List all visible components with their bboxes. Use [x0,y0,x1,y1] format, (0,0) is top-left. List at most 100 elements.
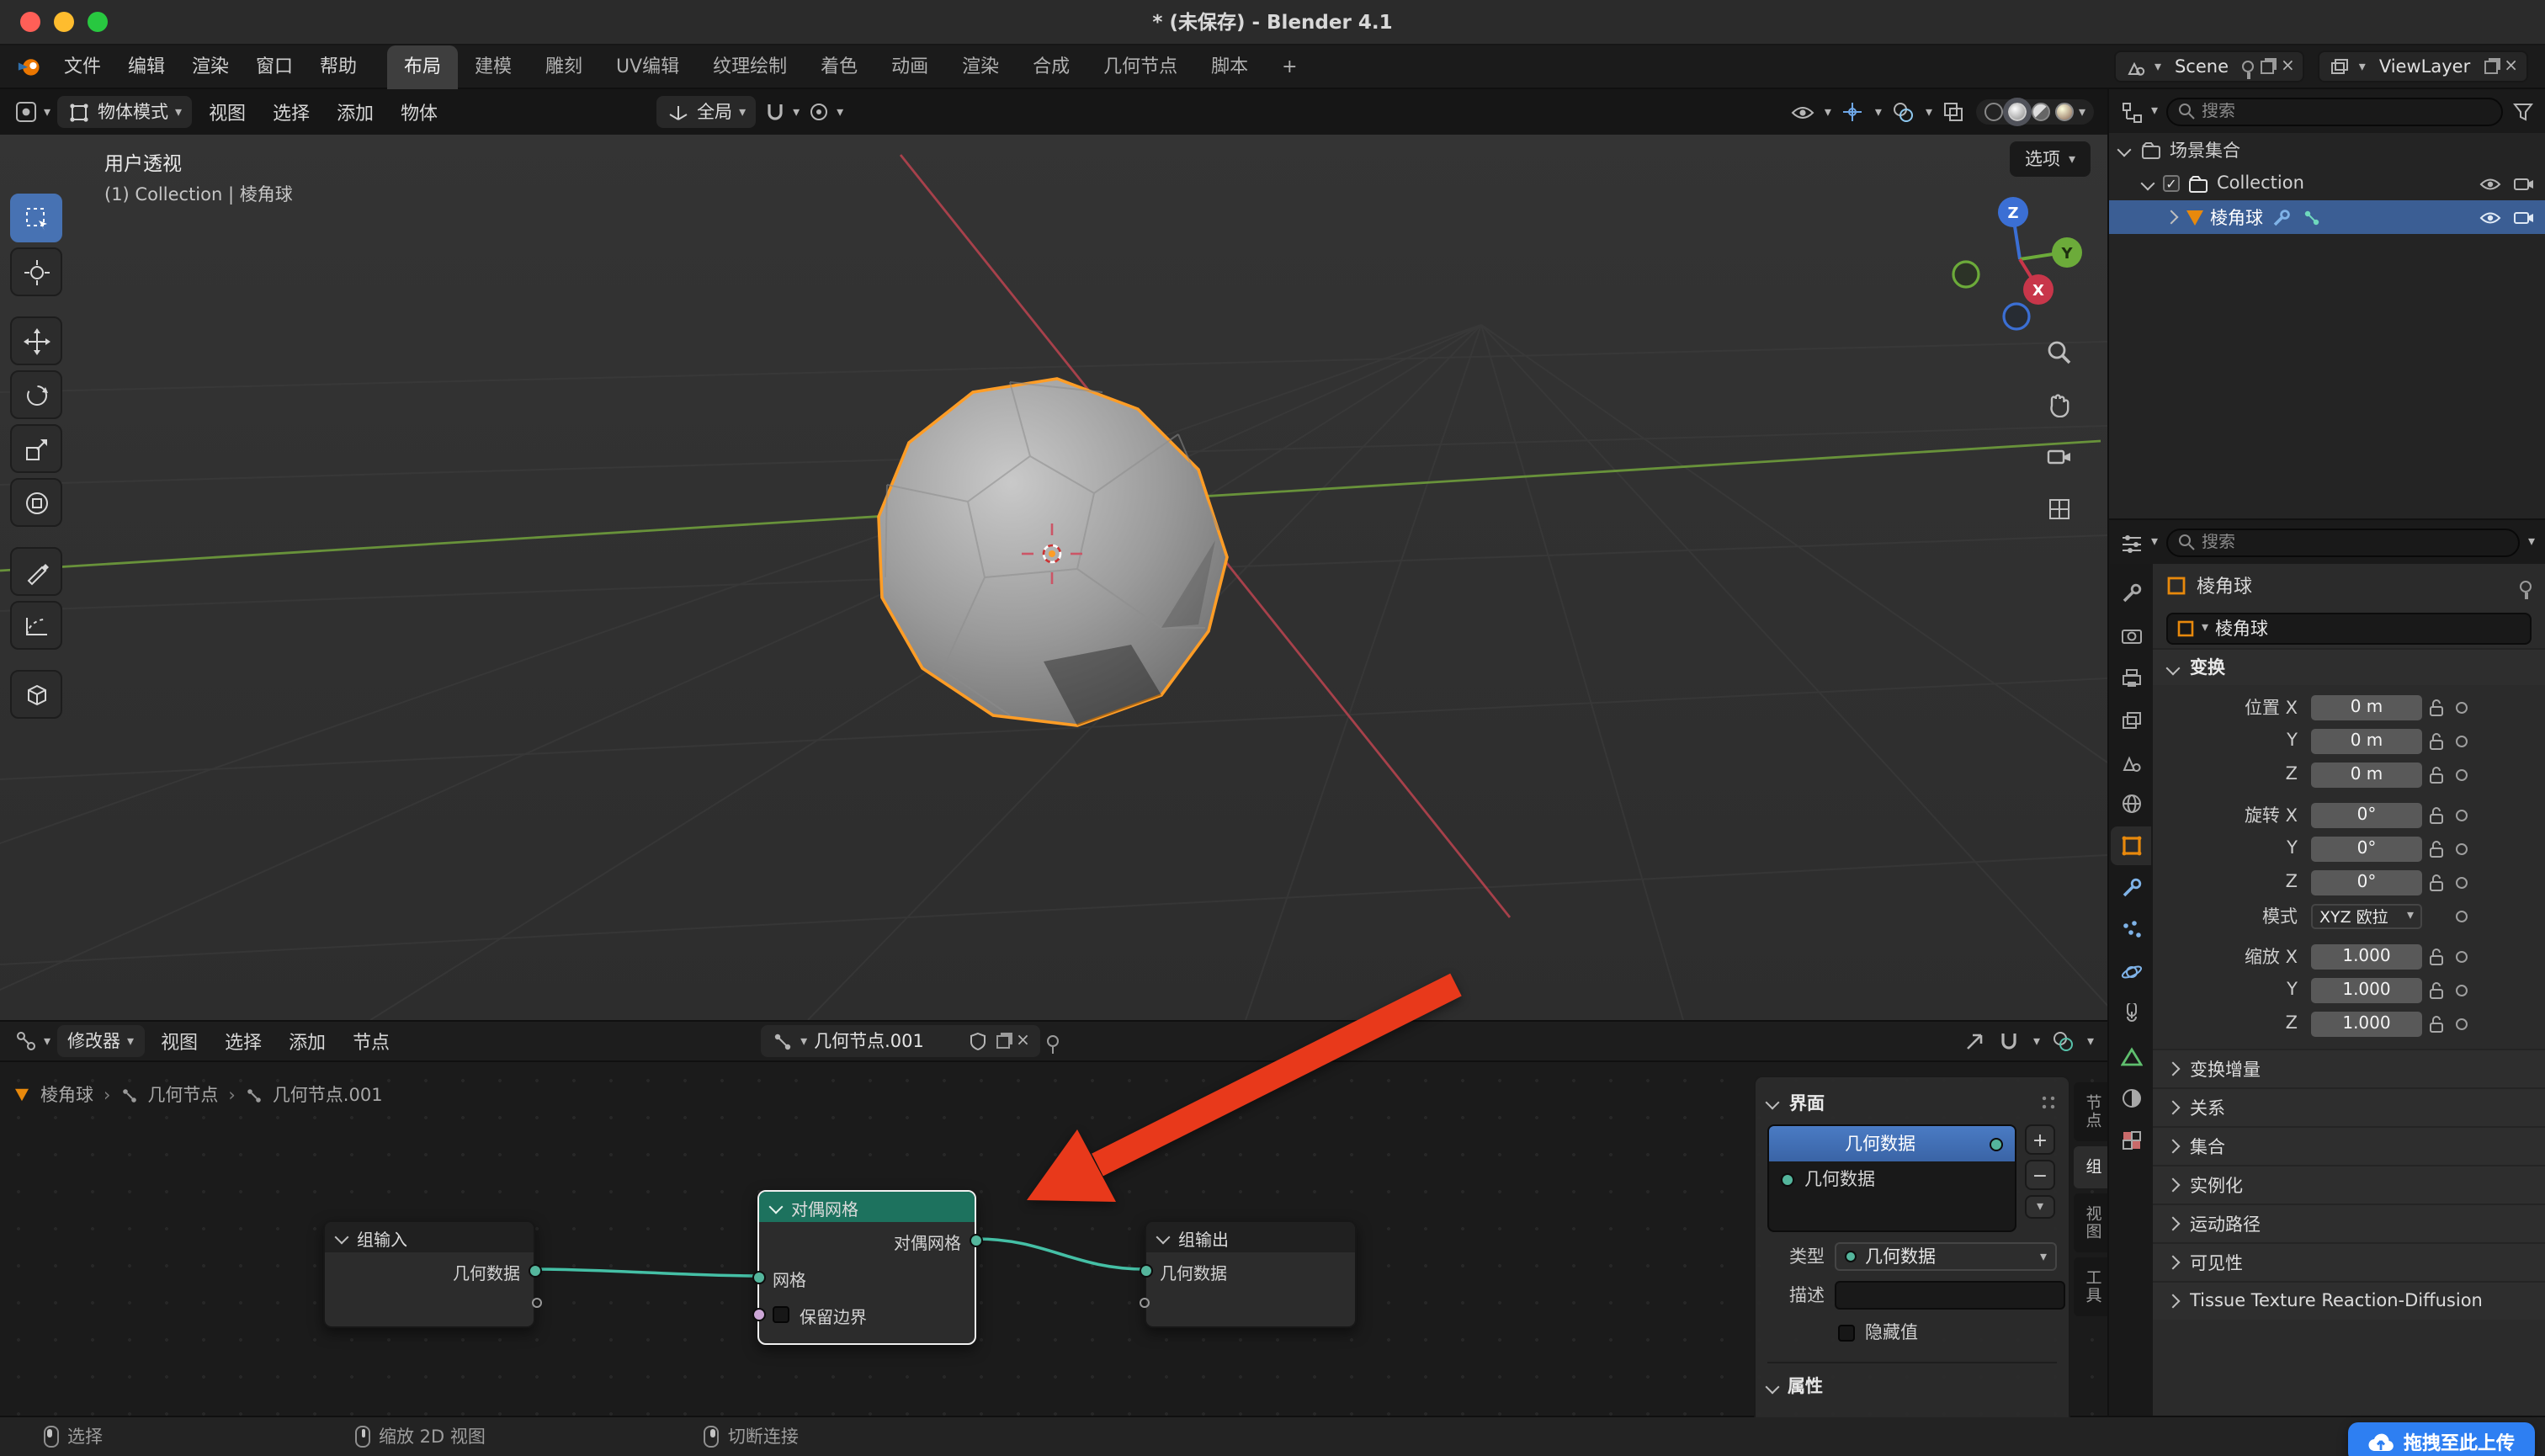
tool-scale[interactable] [10,424,62,473]
blender-logo-icon[interactable] [17,55,40,78]
editor-type-dropdown-icon[interactable]: ▾ [44,105,50,119]
mode-dropdown[interactable]: 物体模式 ▾ [57,96,192,128]
viewport-options-button[interactable]: 选项 ▾ [2010,141,2091,177]
properties-editor-icon[interactable] [2119,530,2143,554]
object-name-field[interactable]: ▾ [2166,612,2532,644]
outliner-row-object[interactable]: 棱角球 [2109,200,2545,234]
fake-user-shield-icon[interactable] [965,1029,989,1053]
node-group-output[interactable]: 组输出 几何数据 [1145,1220,1357,1328]
menu-edit[interactable]: 编辑 [114,45,178,88]
scale-y-field[interactable]: 1.000 [2311,977,2422,1002]
tab-world[interactable] [2111,784,2151,823]
panel-grip-icon[interactable] [2040,1094,2057,1111]
interface-item-input[interactable]: 几何数据 [1769,1161,2015,1197]
scene-name[interactable]: Scene [2168,56,2235,77]
animate-dot[interactable] [2449,984,2473,996]
node-dual-mesh[interactable]: 对偶网格 对偶网格 网格 保留边界 [757,1190,976,1345]
shading-dropdown-icon[interactable]: ▾ [2079,105,2085,119]
animate-dot[interactable] [2449,910,2473,922]
lock-icon[interactable] [2422,873,2449,891]
location-x-field[interactable]: 0 m [2311,694,2422,720]
viewlayer-selector[interactable]: ▾ ViewLayer × [2319,50,2528,82]
workspace-tab-scripting[interactable]: 脚本 [1194,45,1265,88]
location-z-field[interactable]: 0 m [2311,762,2422,787]
outliner-search[interactable] [2166,97,2503,125]
menu-window[interactable]: 窗口 [242,45,306,88]
socket-geometry-in[interactable] [1139,1264,1152,1278]
workspace-tab-shading[interactable]: 着色 [804,45,874,88]
menu-render[interactable]: 渲染 [178,45,242,88]
workspace-tab-sculpting[interactable]: 雕刻 [529,45,599,88]
collection-checkbox[interactable]: ✓ [2163,175,2180,192]
parent-tree-icon[interactable] [1963,1029,1986,1053]
node-menu-add[interactable]: 添加 [279,1028,336,1055]
node-snap-dropdown-icon[interactable]: ▾ [2033,1034,2040,1048]
node-overlays-dropdown-icon[interactable]: ▾ [2087,1034,2094,1048]
lock-icon[interactable] [2422,1014,2449,1033]
socket-virtual[interactable] [531,1298,541,1308]
description-input[interactable] [1835,1281,2065,1310]
workspace-tab-animation[interactable]: 动画 [874,45,945,88]
proportional-dropdown-icon[interactable]: ▾ [837,105,843,119]
socket-dual-mesh-out[interactable] [969,1234,982,1247]
tab-material[interactable] [2111,1079,2151,1118]
rotation-y-field[interactable]: 0° [2311,836,2422,861]
tab-particles[interactable] [2111,911,2151,949]
properties-editor-dropdown-icon[interactable]: ▾ [2151,535,2158,549]
workspace-tab-compositing[interactable]: 合成 [1016,45,1087,88]
menu-help[interactable]: 帮助 [306,45,370,88]
tool-move[interactable] [10,316,62,365]
lock-icon[interactable] [2422,980,2449,999]
viewlayer-name[interactable]: ViewLayer [2372,56,2477,77]
add-socket-button[interactable]: + [2025,1124,2055,1155]
lock-icon[interactable] [2422,839,2449,858]
node-menu-select[interactable]: 选择 [215,1028,272,1055]
viewlayer-dropdown-icon[interactable]: ▾ [2359,60,2366,73]
tab-object[interactable] [2111,826,2151,865]
pin-id-icon[interactable] [2520,580,2532,592]
animate-dot[interactable] [2449,768,2473,780]
tab-constraints[interactable] [2111,995,2151,1034]
lock-icon[interactable] [2422,765,2449,784]
workspace-tab-layout[interactable]: 布局 [387,45,458,88]
node-overlays-icon[interactable] [2052,1029,2075,1053]
node-menu-node[interactable]: 节点 [343,1028,400,1055]
workspace-tab-geometry-nodes[interactable]: 几何节点 [1087,45,1194,88]
properties-search[interactable] [2166,528,2520,556]
node-tree-browse-icon[interactable]: ▾ [800,1034,807,1048]
tool-annotate[interactable] [10,547,62,596]
id-browse-dropdown-icon[interactable]: ▾ [2202,621,2208,635]
hide-eye-icon[interactable] [2478,205,2501,229]
sidebar-tab-view[interactable]: 视图 [2074,1193,2107,1251]
proportional-editing-icon[interactable] [806,100,830,124]
scale-z-field[interactable]: 1.000 [2311,1011,2422,1036]
keep-boundaries-checkbox[interactable] [773,1306,789,1323]
scene-collection-label[interactable]: 场景集合 [2170,137,2240,162]
breadcrumb-object-label[interactable]: 棱角球 [2197,572,2252,599]
viewlayer-copy-icon[interactable] [2484,60,2497,73]
pan-hand-icon[interactable] [2040,385,2077,422]
node-canvas[interactable]: 棱角球 › 几何节点 › 几何节点.001 组输入 [0,1062,2107,1417]
node-editor-dropdown-icon[interactable]: ▾ [44,1034,50,1048]
tab-object-data[interactable] [2111,1037,2151,1076]
viewlayer-remove-icon[interactable]: × [2504,58,2518,75]
scale-x-field[interactable]: 1.000 [2311,943,2422,969]
tab-render[interactable] [2111,616,2151,655]
shading-rendered-icon[interactable] [2055,103,2074,121]
outliner-row-collection[interactable]: ✓ Collection [2109,167,2545,200]
shading-material-icon[interactable] [2032,103,2050,121]
tool-select-box[interactable] [10,194,62,242]
lock-icon[interactable] [2422,731,2449,750]
transform-orientation-dropdown[interactable]: 全局 ▾ [656,96,756,128]
sidebar-tab-tool[interactable]: 工具 [2074,1257,2107,1315]
tab-physics[interactable] [2111,953,2151,991]
rotation-x-field[interactable]: 0° [2311,802,2422,827]
tab-texture[interactable] [2111,1121,2151,1160]
animate-dot[interactable] [2449,876,2473,888]
properties-search-input[interactable] [2202,533,2508,551]
show-gizmo-icon[interactable] [1841,100,1865,124]
workspace-tab-uv[interactable]: UV编辑 [599,45,696,88]
socket-virtual[interactable] [1139,1298,1149,1308]
scene-copy-icon[interactable] [2261,60,2274,73]
breadcrumb-object[interactable]: 棱角球 [40,1082,93,1108]
